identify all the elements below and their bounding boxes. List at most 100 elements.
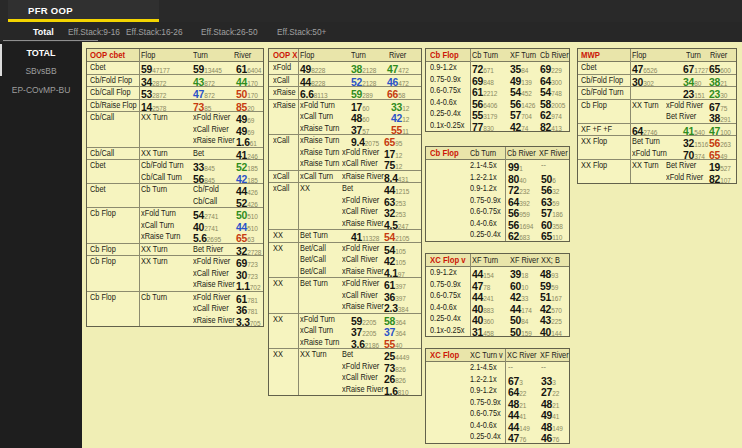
stat-value[interactable]: 4212 bbox=[391, 111, 409, 123]
stat-value[interactable]: 73826 bbox=[384, 361, 406, 373]
stat-value[interactable]: 3821 bbox=[709, 75, 727, 87]
stat-value[interactable]: 333 bbox=[541, 374, 556, 386]
stat-value[interactable]: 47872 bbox=[193, 87, 215, 99]
stat-value[interactable]: 8520 bbox=[236, 100, 254, 112]
sidebar-item-ep-covmp-bu[interactable]: EP-COvMP-BU bbox=[0, 84, 82, 97]
stat-value[interactable]: 44174 bbox=[510, 302, 532, 314]
stat-value[interactable]: 72671 bbox=[472, 62, 494, 74]
stat-value[interactable]: 54105 bbox=[384, 243, 406, 255]
stat-value[interactable]: 616404 bbox=[236, 62, 261, 74]
stat-value[interactable]: 4778 bbox=[472, 279, 490, 291]
stat-value[interactable]: 402741 bbox=[193, 220, 218, 232]
stat-value[interactable]: 65600 bbox=[709, 62, 731, 74]
stat-value[interactable]: 69723 bbox=[236, 256, 258, 268]
stat-value[interactable]: 61397 bbox=[384, 278, 406, 290]
stat-value[interactable]: 50159 bbox=[510, 325, 532, 337]
stat-value[interactable]: 57704 bbox=[510, 108, 532, 120]
sidebar-item-total[interactable]: TOTAL bbox=[0, 47, 82, 60]
stat-value[interactable]: 32253 bbox=[384, 206, 406, 218]
stat-value[interactable]: 6549 bbox=[709, 148, 727, 160]
stat-value[interactable]: 44426 bbox=[236, 184, 258, 196]
stat-value[interactable]: 43872 bbox=[193, 75, 215, 87]
stat-value[interactable]: 47100 bbox=[709, 124, 731, 136]
stat-value[interactable]: 51167 bbox=[540, 290, 562, 302]
stat-value[interactable]: 5947177 bbox=[141, 62, 170, 74]
stat-value[interactable]: 72232 bbox=[508, 183, 530, 195]
stat-value[interactable]: 57186 bbox=[541, 206, 563, 218]
stat-value[interactable]: 448228 bbox=[300, 75, 325, 87]
stat-value[interactable]: 532872 bbox=[141, 87, 166, 99]
stat-value[interactable]: 3.62186 bbox=[351, 337, 379, 349]
stat-value[interactable]: 4969 bbox=[236, 124, 254, 136]
stat-value[interactable]: 6010 bbox=[510, 279, 528, 291]
stat-value[interactable]: 4233 bbox=[510, 290, 528, 302]
stat-value[interactable]: 49139 bbox=[510, 74, 532, 86]
stat-value[interactable]: 382128 bbox=[351, 62, 376, 74]
stat-value[interactable]: 62683 bbox=[508, 229, 530, 241]
stat-value[interactable]: 322728 bbox=[236, 244, 261, 256]
stat-value[interactable]: 642746 bbox=[632, 124, 657, 136]
stat-value[interactable]: 6359 bbox=[541, 195, 559, 207]
stat-value[interactable]: 44241 bbox=[472, 290, 494, 302]
stat-value[interactable]: 612212 bbox=[472, 85, 497, 97]
stat-value[interactable]: 4.197 bbox=[384, 266, 405, 278]
stat-value[interactable]: 58364 bbox=[384, 314, 406, 326]
stat-value[interactable]: 47472 bbox=[387, 62, 409, 74]
stat-value[interactable]: 6658 bbox=[387, 87, 405, 99]
tab-total[interactable]: Total bbox=[33, 22, 54, 42]
stat-value[interactable]: 40360 bbox=[472, 313, 494, 325]
stat-value[interactable]: 5632 bbox=[541, 183, 559, 195]
stat-value[interactable]: 5084 bbox=[510, 313, 528, 325]
stat-value[interactable]: 48149 bbox=[541, 420, 563, 432]
stat-value[interactable]: 561694 bbox=[508, 218, 533, 230]
stat-value[interactable]: 82107 bbox=[709, 172, 731, 184]
stat-value[interactable]: 4111328 bbox=[351, 230, 379, 242]
stat-value[interactable]: 8040 bbox=[508, 172, 526, 184]
stat-value[interactable]: 542741 bbox=[193, 208, 218, 220]
tab-eff-stack-9-16[interactable]: Eff.Stack:9-16 bbox=[68, 22, 120, 42]
stat-value[interactable]: 30723 bbox=[236, 268, 258, 280]
stat-value[interactable]: 42105 bbox=[384, 254, 406, 266]
stat-value[interactable]: 42185 bbox=[236, 172, 258, 184]
stat-value[interactable]: 63253 bbox=[384, 195, 406, 207]
stat-value[interactable]: 6422 bbox=[508, 385, 526, 397]
stat-value[interactable]: 3312 bbox=[391, 100, 409, 112]
stat-value[interactable]: 4776 bbox=[508, 431, 526, 443]
stat-value[interactable]: 40144 bbox=[540, 325, 562, 337]
stat-value[interactable]: 342872 bbox=[141, 75, 166, 87]
stat-value[interactable]: 3.3705 bbox=[236, 315, 260, 327]
stat-value[interactable]: 36397 bbox=[384, 290, 406, 302]
stat-value[interactable]: 56263 bbox=[709, 136, 731, 148]
stat-value[interactable]: 1.661 bbox=[236, 135, 257, 147]
stat-value[interactable]: 441215 bbox=[384, 183, 409, 195]
tab-pfr-oop[interactable]: PFR OOP bbox=[8, 0, 159, 22]
stat-value[interactable]: 43225 bbox=[540, 313, 562, 325]
stat-value[interactable]: 65110 bbox=[541, 229, 562, 241]
stat-value[interactable]: 5913445 bbox=[193, 62, 222, 74]
stat-value[interactable]: 59289 bbox=[351, 87, 373, 99]
stat-value[interactable]: 1.6810 bbox=[384, 384, 408, 396]
stat-value[interactable]: 30302 bbox=[632, 75, 654, 87]
stat-value[interactable]: 3584 bbox=[510, 62, 528, 74]
stat-value[interactable]: 4969 bbox=[236, 112, 254, 124]
stat-value[interactable]: 62974 bbox=[540, 108, 562, 120]
stat-value[interactable]: 522128 bbox=[351, 75, 376, 87]
stat-value[interactable]: 41540 bbox=[683, 124, 705, 136]
stat-value[interactable]: 6563 bbox=[236, 231, 254, 243]
stat-value[interactable]: 592205 bbox=[351, 314, 376, 326]
stat-value[interactable]: 61781 bbox=[236, 292, 258, 304]
stat-value[interactable]: 4860 bbox=[351, 111, 369, 123]
stat-value[interactable]: 40883 bbox=[472, 302, 494, 314]
stat-value[interactable]: 991 bbox=[508, 160, 523, 172]
stat-value[interactable]: 7385 bbox=[193, 100, 211, 112]
stat-value[interactable]: 64392 bbox=[508, 195, 530, 207]
stat-value[interactable]: 4676 bbox=[541, 431, 559, 443]
stat-value[interactable]: 6.68113 bbox=[300, 87, 327, 99]
tab-eff-stack-26-50[interactable]: Eff.Stack:26-50 bbox=[201, 22, 258, 42]
stat-value[interactable]: 6775 bbox=[709, 100, 727, 112]
stat-value[interactable]: 69848 bbox=[472, 74, 494, 86]
stat-value[interactable]: 4941 bbox=[541, 408, 559, 420]
stat-value[interactable]: 77830 bbox=[472, 120, 494, 132]
stat-value[interactable]: 498228 bbox=[300, 62, 325, 74]
stat-value[interactable]: 1712 bbox=[384, 147, 402, 159]
